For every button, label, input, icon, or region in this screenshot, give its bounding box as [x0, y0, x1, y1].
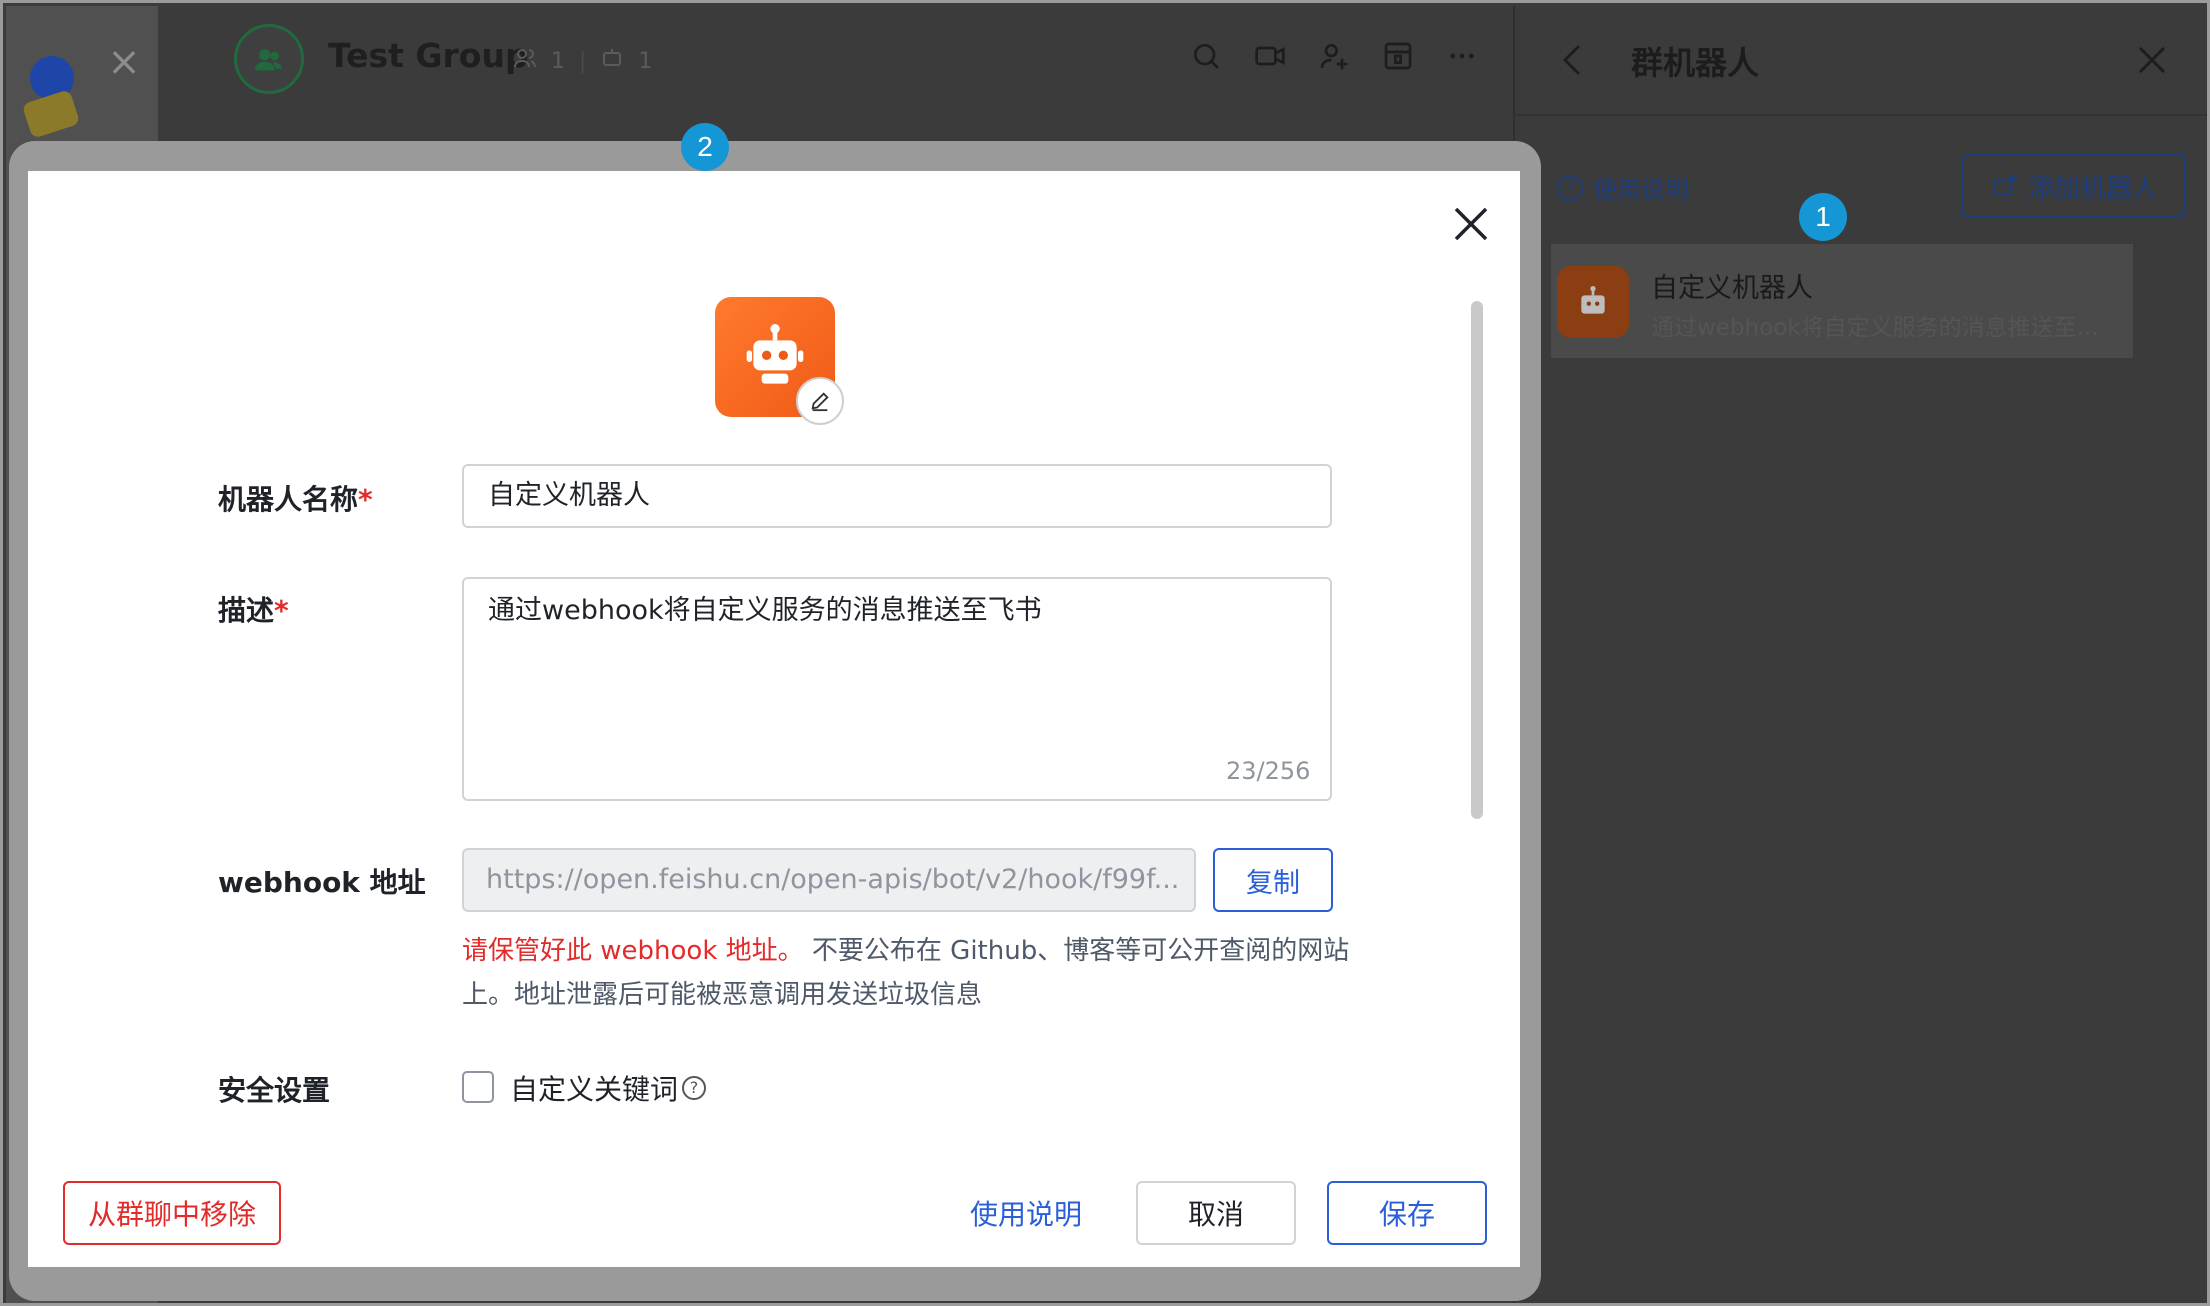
- bot-icon: [600, 46, 624, 76]
- header-toolbar: [1188, 38, 1480, 74]
- panel-header: 群机器人: [1515, 6, 2207, 116]
- panel-close-icon[interactable]: [2132, 40, 2172, 80]
- announcement-icon[interactable]: [1380, 38, 1416, 74]
- add-bot-icon: [1993, 174, 2017, 196]
- app-window: × Test Group 1 | 1 群机器人 ? 使用说明 添加机器人 自定义…: [0, 0, 2210, 1306]
- webhook-warning: 请保管好此 webhook 地址。 不要公布在 Github、博客等可公开查阅的…: [462, 929, 1362, 1017]
- description-textarea[interactable]: 通过webhook将自定义服务的消息推送至飞书: [462, 577, 1332, 801]
- webhook-warning-highlight: 请保管好此 webhook 地址。: [462, 936, 804, 966]
- bot-name-input[interactable]: 自定义机器人: [462, 464, 1332, 528]
- bot-count: 1: [638, 48, 653, 74]
- custom-keyword-label: 自定义关键词: [510, 1073, 679, 1106]
- custom-keyword-checkbox[interactable]: [462, 1071, 494, 1103]
- help-icon[interactable]: ?: [682, 1076, 707, 1100]
- save-button[interactable]: 保存: [1327, 1181, 1487, 1245]
- remove-from-group-button[interactable]: 从群聊中移除: [63, 1181, 281, 1245]
- required-mark: *: [358, 483, 373, 516]
- bot-settings-dialog: 机器人名称* 自定义机器人 描述* 通过webhook将自定义服务的消息推送至飞…: [28, 171, 1520, 1267]
- help-icon: ?: [1557, 174, 1583, 201]
- bot-item-description: 通过webhook将自定义服务的消息推送至...: [1651, 315, 2099, 341]
- dialog-close-icon[interactable]: [1448, 201, 1494, 247]
- group-icon: [254, 49, 282, 71]
- step-badge-1: 1: [1799, 193, 1847, 241]
- panel-help-link[interactable]: ? 使用说明: [1557, 170, 1689, 205]
- close-icon[interactable]: ×: [104, 42, 144, 82]
- bot-name-label: 机器人名称*: [218, 478, 373, 518]
- panel-title: 群机器人: [1631, 44, 1760, 82]
- back-icon[interactable]: [1557, 40, 1587, 80]
- group-avatar[interactable]: [234, 24, 304, 94]
- step-badge-2: 2: [681, 123, 729, 171]
- custom-keyword-option[interactable]: 自定义关键词 ?: [510, 1068, 707, 1108]
- search-icon[interactable]: [1188, 38, 1224, 74]
- description-char-count: 23/256: [1226, 757, 1311, 785]
- pencil-icon: [811, 392, 829, 412]
- more-icon[interactable]: [1444, 38, 1480, 74]
- bot-list-item[interactable]: 自定义机器人 通过webhook将自定义服务的消息推送至...: [1551, 244, 2133, 358]
- bot-name-label-text: 机器人名称: [218, 483, 359, 516]
- description-label: 描述*: [218, 589, 289, 629]
- dialog-help-link[interactable]: 使用说明: [946, 1181, 1106, 1245]
- members-icon: [513, 46, 537, 76]
- group-meta: 1 | 1: [513, 46, 652, 76]
- meta-divider: |: [579, 48, 587, 74]
- required-mark: *: [274, 594, 289, 627]
- video-call-icon[interactable]: [1252, 38, 1288, 74]
- edit-avatar-button[interactable]: [796, 377, 844, 425]
- bot-item-name: 自定义机器人: [1651, 273, 1813, 304]
- panel-help-label: 使用说明: [1593, 176, 1689, 204]
- add-member-icon[interactable]: [1316, 38, 1352, 74]
- add-bot-label: 添加机器人: [2027, 173, 2158, 204]
- member-count: 1: [551, 48, 565, 74]
- webhook-url-field[interactable]: https://open.feishu.cn/open-apis/bot/v2/…: [462, 848, 1196, 912]
- cancel-button[interactable]: 取消: [1136, 1181, 1296, 1245]
- copy-button[interactable]: 复制: [1213, 848, 1333, 912]
- group-bots-panel: 群机器人 ? 使用说明 添加机器人 自定义机器人 通过webhook将自定义服务…: [1513, 6, 2207, 1303]
- robot-icon: [1557, 266, 1629, 338]
- add-bot-button[interactable]: 添加机器人: [1962, 154, 2186, 218]
- sticker-decoration-secondary: [21, 89, 81, 139]
- security-settings-label: 安全设置: [218, 1074, 331, 1107]
- description-label-text: 描述: [218, 594, 275, 627]
- group-title: Test Group: [328, 36, 529, 75]
- webhook-label: webhook 地址: [218, 866, 426, 899]
- dialog-scrollbar[interactable]: [1471, 301, 1483, 819]
- chat-header: Test Group 1 | 1: [158, 6, 1513, 114]
